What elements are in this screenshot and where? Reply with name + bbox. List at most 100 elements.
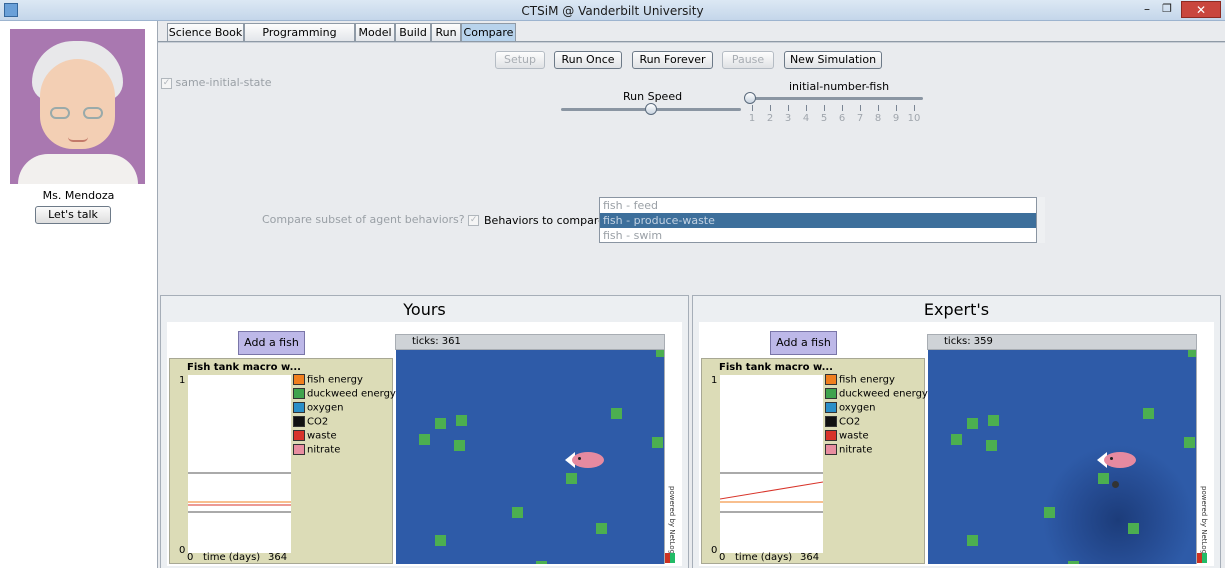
powered-by-netlogo: powered by NetLogo xyxy=(668,486,676,559)
plot-y-max: 1 xyxy=(179,375,186,386)
world-view[interactable] xyxy=(396,350,664,564)
plot-legend: fish energy duckweed energy oxygen CO2 w… xyxy=(825,374,928,458)
window-title: CTSiM @ Vanderbilt University xyxy=(521,4,704,18)
run-forever-button[interactable]: Run Forever xyxy=(632,51,713,69)
fish xyxy=(572,452,604,468)
plot-y-min: 0 xyxy=(711,545,718,556)
ticks-counter: ticks: 361 xyxy=(395,334,665,350)
fish-eye xyxy=(1110,457,1113,460)
duckweed xyxy=(611,408,622,419)
behavior-option[interactable]: fish - feed xyxy=(600,198,1044,213)
duckweed xyxy=(512,507,523,518)
tab-compare[interactable]: Compare xyxy=(461,23,516,42)
run-once-button[interactable]: Run Once xyxy=(554,51,622,69)
tab-programming-guide[interactable]: Programming Guide xyxy=(244,23,355,56)
plot-x-label: time (days) xyxy=(735,552,793,563)
close-icon[interactable]: ✕ xyxy=(1181,1,1221,18)
legend-item: fish energy xyxy=(825,374,928,388)
duckweed xyxy=(454,440,465,451)
plot-x-min: 0 xyxy=(719,552,726,563)
plot-y-max: 1 xyxy=(711,375,718,386)
tab-model[interactable]: Model xyxy=(355,23,395,41)
macro-plot: Fish tank macro w... 1 0 0 time (days) 3… xyxy=(701,358,928,564)
duckweed xyxy=(566,473,577,484)
legend-item: CO2 xyxy=(293,416,396,430)
main-area: Science Book Programming Guide Model Bui… xyxy=(157,21,1225,568)
legend-item: waste xyxy=(825,430,928,444)
duckweed xyxy=(986,440,997,451)
duckweed xyxy=(1044,507,1055,518)
duckweed xyxy=(967,418,978,429)
duckweed xyxy=(1143,408,1154,419)
plot-x-max: 364 xyxy=(268,552,288,563)
initial-fish-thumb[interactable] xyxy=(744,92,756,104)
tick-label: 9 xyxy=(892,113,900,124)
plot-legend: fish energy duckweed energy oxygen CO2 w… xyxy=(293,374,396,458)
powered-by-netlogo: powered by NetLogo xyxy=(1200,486,1208,559)
legend-item: waste xyxy=(293,430,396,444)
same-initial-state-checkbox[interactable]: ✓ same-initial-state xyxy=(161,76,272,89)
world-view[interactable] xyxy=(928,350,1196,564)
duckweed xyxy=(1068,561,1079,564)
tab-run[interactable]: Run xyxy=(431,23,461,41)
behavior-option[interactable]: fish - swim xyxy=(600,228,1044,242)
duckweed xyxy=(1098,473,1109,484)
duckweed xyxy=(1188,350,1196,357)
plot-x-label: time (days) xyxy=(203,552,261,563)
behaviors-scrollbar[interactable] xyxy=(1036,197,1045,243)
legend-item: nitrate xyxy=(825,444,928,458)
setup-button[interactable]: Setup xyxy=(495,51,545,69)
new-simulation-button[interactable]: New Simulation xyxy=(784,51,882,69)
plot-title: Fish tank macro w... xyxy=(719,362,833,373)
tick-label: 10 xyxy=(907,113,921,124)
pause-button[interactable]: Pause xyxy=(722,51,774,69)
fish-eye xyxy=(578,457,581,460)
duckweed xyxy=(536,561,547,564)
fish xyxy=(1104,452,1136,468)
plot-title: Fish tank macro w... xyxy=(187,362,301,373)
plot-x-min: 0 xyxy=(187,552,194,563)
compare-subset-checkbox[interactable]: Compare subset of agent behaviors? ✓ xyxy=(262,213,480,226)
add-fish-button[interactable]: Add a fish xyxy=(238,331,305,355)
plot-area xyxy=(188,375,291,553)
duckweed xyxy=(456,415,467,426)
plot-area xyxy=(719,375,824,553)
behavior-option-selected[interactable]: fish - produce-waste xyxy=(600,213,1044,228)
minimize-icon[interactable]: – xyxy=(1138,2,1156,17)
checkbox-icon: ✓ xyxy=(468,214,480,226)
tab-science-book[interactable]: Science Book xyxy=(167,23,244,41)
behaviors-list[interactable]: fish - feed fish - produce-waste fish - … xyxy=(599,197,1045,243)
yours-title: Yours xyxy=(403,300,446,319)
ticks-counter: ticks: 359 xyxy=(927,334,1197,350)
add-fish-button[interactable]: Add a fish xyxy=(770,331,837,355)
legend-item: oxygen xyxy=(293,402,396,416)
compare-subset-label: Compare subset of agent behaviors? xyxy=(262,213,465,226)
duckweed xyxy=(988,415,999,426)
legend-item: oxygen xyxy=(825,402,928,416)
run-speed-thumb[interactable] xyxy=(645,103,657,115)
legend-item: duckweed energy xyxy=(825,388,928,402)
initial-fish-track[interactable] xyxy=(747,97,923,100)
behaviors-label: Behaviors to compare: xyxy=(484,214,609,227)
plot-x-max: 364 xyxy=(800,552,820,563)
tick-label: 6 xyxy=(838,113,846,124)
compare-content: Setup Run Once Run Forever Pause New Sim… xyxy=(158,42,1225,568)
tab-build[interactable]: Build xyxy=(395,23,431,41)
tick-label: 2 xyxy=(766,113,774,124)
macro-plot: Fish tank macro w... 1 0 0 time (days) 3… xyxy=(169,358,396,564)
duckweed xyxy=(951,434,962,445)
duckweed xyxy=(596,523,607,534)
teacher-panel: Ms. Mendoza Let's talk xyxy=(0,21,157,568)
yours-panel: Yours Add a fish Fish tank macro w... 1 xyxy=(160,295,689,568)
netlogo-logo-icon xyxy=(665,553,675,563)
maximize-icon[interactable]: ❐ xyxy=(1158,2,1176,17)
plot-y-min: 0 xyxy=(179,545,186,556)
initial-fish-label: initial-number-fish xyxy=(789,80,890,93)
lets-talk-button[interactable]: Let's talk xyxy=(35,206,111,224)
teacher-avatar xyxy=(10,29,145,184)
duckweed xyxy=(1184,437,1195,448)
waste-particle xyxy=(1112,481,1119,488)
legend-item: fish energy xyxy=(293,374,396,388)
tick-label: 8 xyxy=(874,113,882,124)
expert-title: Expert's xyxy=(923,300,990,319)
